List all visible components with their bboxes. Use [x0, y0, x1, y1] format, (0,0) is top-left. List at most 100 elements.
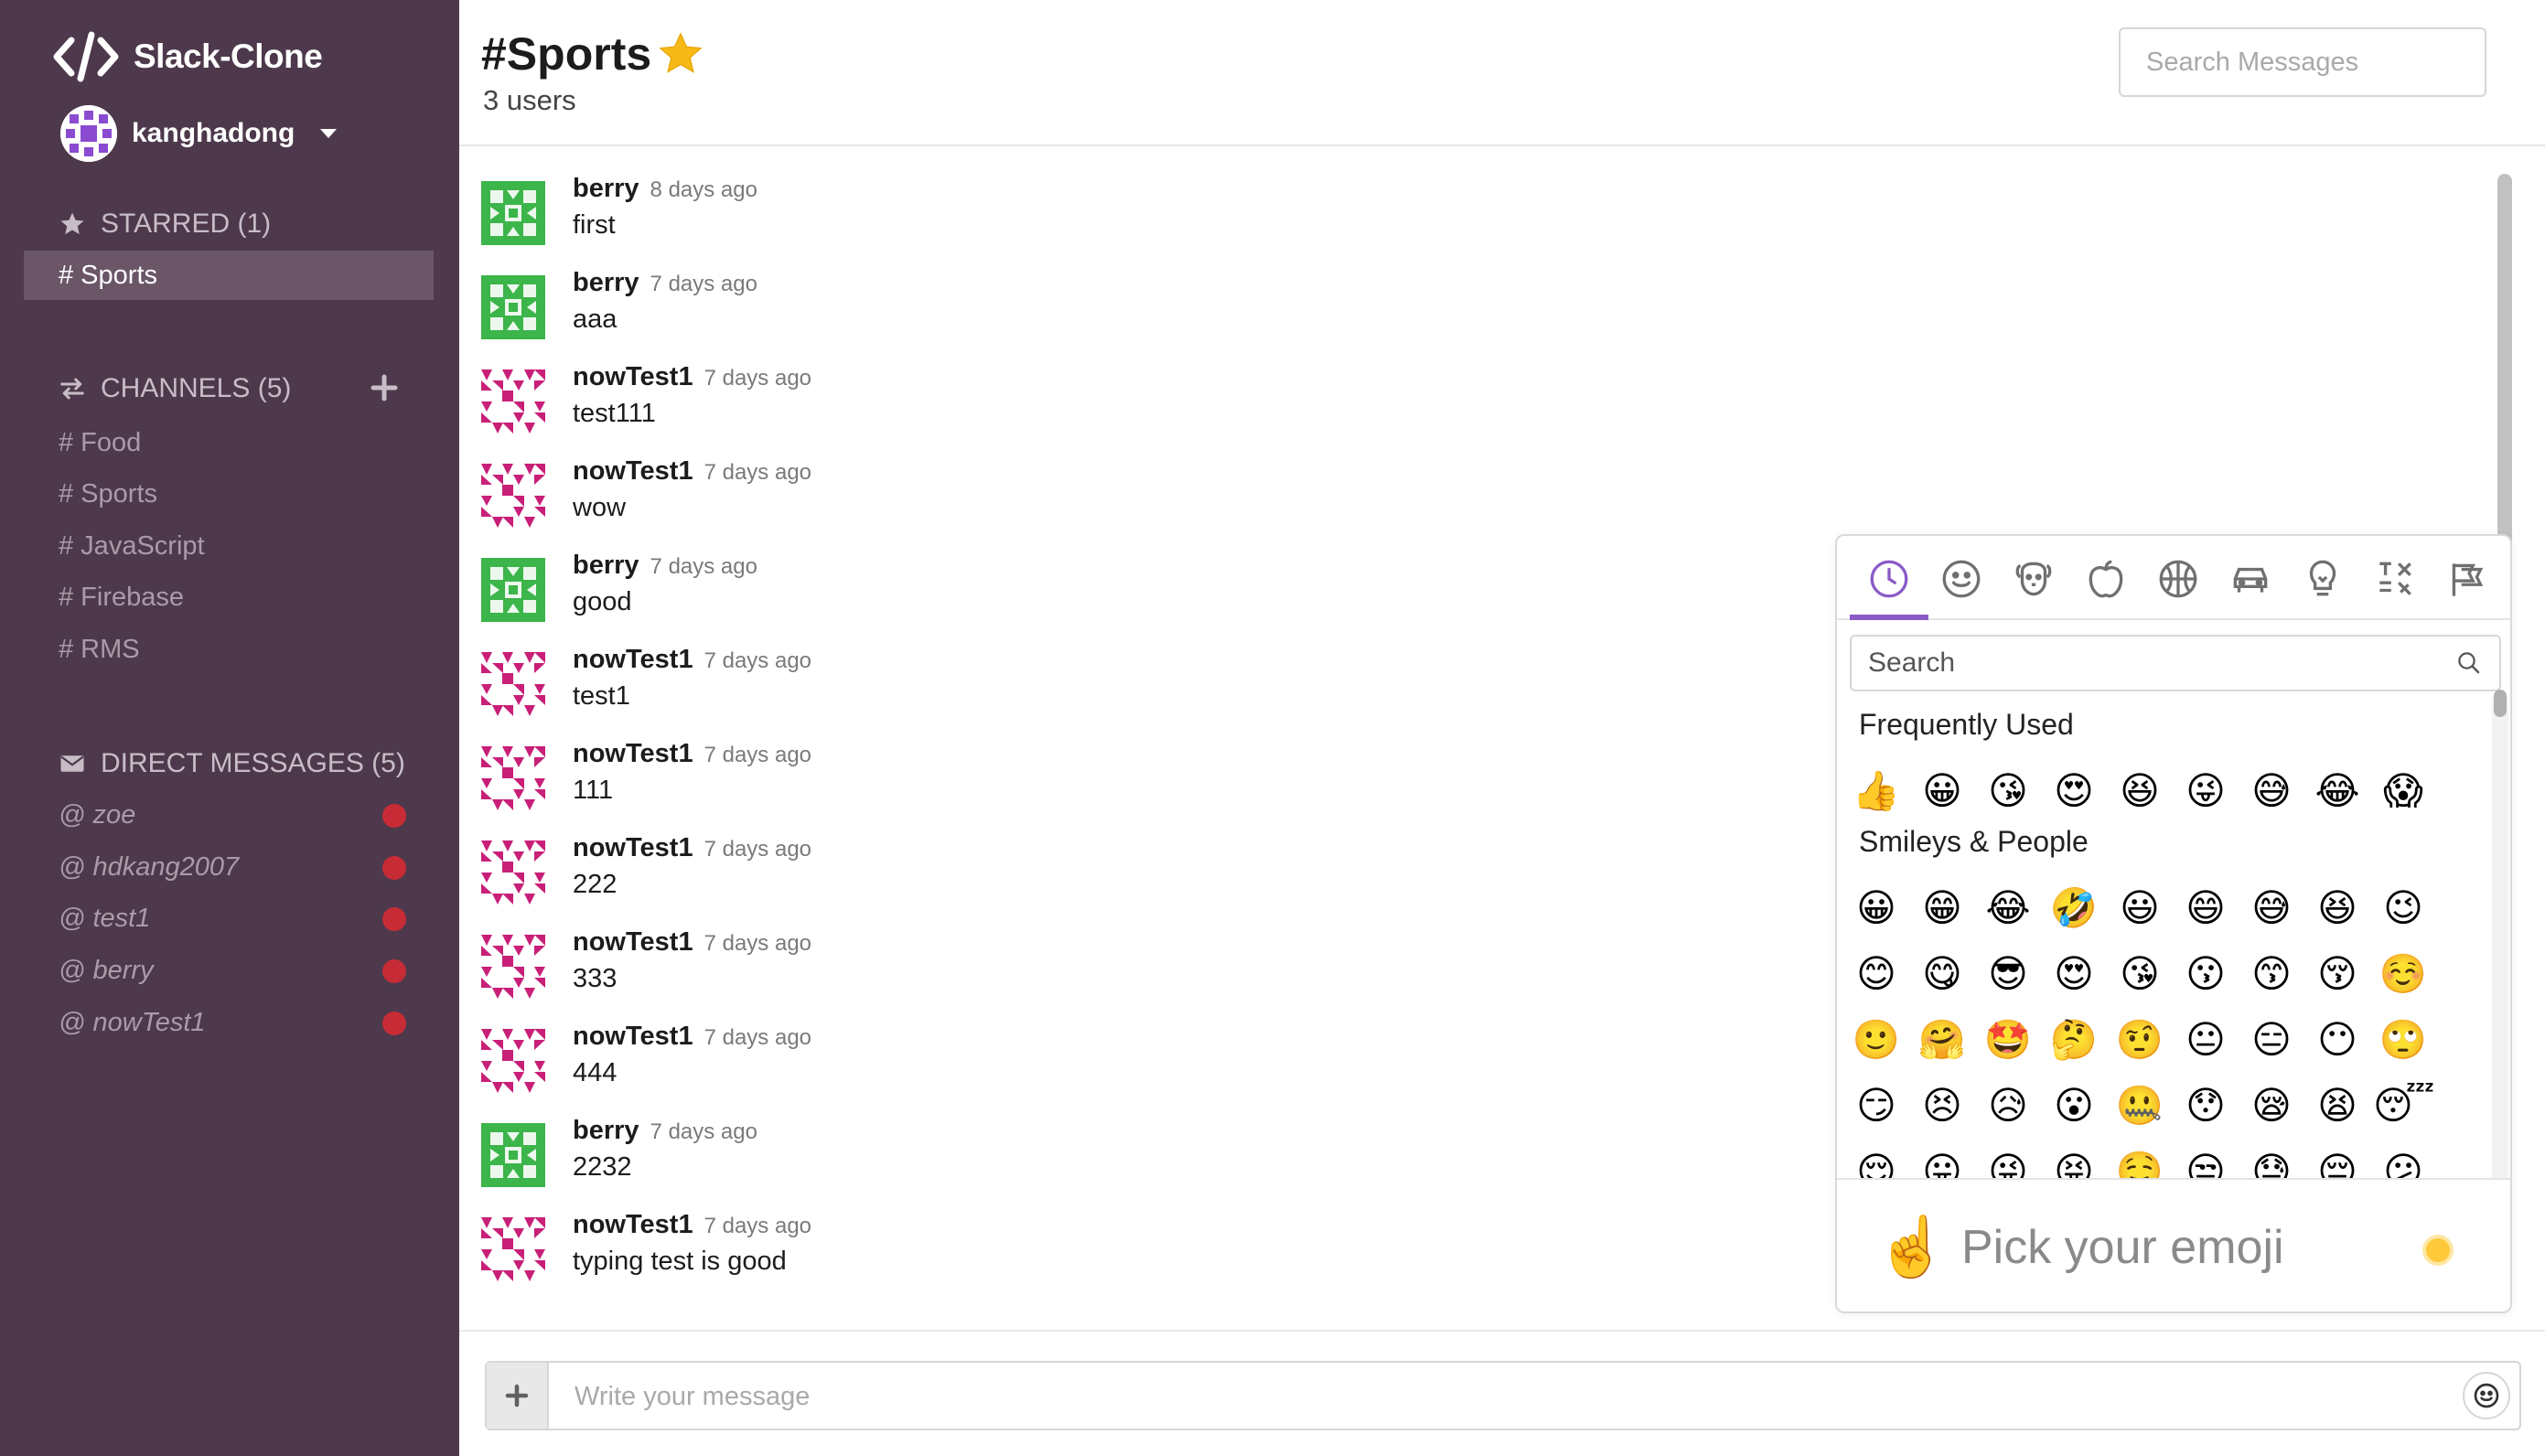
sidebar-item-rms[interactable]: # RMS — [59, 631, 140, 668]
emoji-item[interactable]: 😗 — [2175, 944, 2236, 1004]
animal-icon[interactable] — [2011, 556, 2056, 602]
emoji-item[interactable]: 😉 — [2373, 878, 2433, 938]
emoji-item[interactable]: 🙂 — [1846, 1010, 1906, 1070]
dm-item-nowtest1[interactable]: @ nowTest1 — [59, 1004, 406, 1041]
emoji-item[interactable]: 🤐 — [2110, 1076, 2170, 1136]
emoji-item[interactable]: 😎 — [1978, 944, 2038, 1004]
smiley-icon — [2474, 1383, 2499, 1408]
emoji-item[interactable]: 😅 — [2241, 878, 2302, 938]
emoji-item[interactable]: 😄 — [2175, 878, 2236, 938]
emoji-item[interactable]: 😶 — [2307, 1010, 2368, 1070]
emoji-item[interactable]: 😂 — [2307, 761, 2368, 821]
recent-icon[interactable] — [1866, 556, 1912, 602]
message-author: nowTest1 7 days ago — [573, 1022, 811, 1052]
message-time: 7 days ago — [703, 1025, 812, 1050]
emoji-item[interactable]: 🤤 — [2110, 1141, 2170, 1178]
emoji-item[interactable]: 😆 — [2110, 761, 2170, 821]
emoji-item[interactable]: 😂 — [1978, 878, 2038, 938]
emoji-item[interactable]: 😍 — [2044, 761, 2104, 821]
emoji-item[interactable]: 😁 — [1912, 878, 1972, 938]
add-attachment-button[interactable] — [487, 1363, 549, 1429]
message-time: 7 days ago — [703, 837, 812, 862]
emoji-item[interactable]: 😒 — [2175, 1141, 2236, 1178]
emoji-item[interactable]: 😫 — [2307, 1076, 2368, 1136]
emoji-item[interactable]: 😥 — [1978, 1076, 2038, 1136]
sidebar-item-javascript[interactable]: # JavaScript — [59, 528, 205, 564]
emoji-item[interactable]: 😏 — [1846, 1076, 1906, 1136]
add-channel-icon[interactable] — [366, 369, 403, 406]
travel-icon[interactable] — [2228, 556, 2273, 602]
emoji-item[interactable]: 😯 — [2175, 1076, 2236, 1136]
emoji-item[interactable]: 😕 — [2373, 1141, 2433, 1178]
emoji-item[interactable]: ☺️ — [2373, 944, 2433, 1004]
preview-emoji: ☝️ — [1875, 1214, 1949, 1281]
emoji-item[interactable]: 😴 — [2373, 1076, 2434, 1136]
search-messages[interactable] — [2119, 27, 2491, 97]
emoji-category-bar — [1837, 536, 2510, 620]
objects-icon[interactable] — [2300, 556, 2346, 602]
emoji-item[interactable]: 😙 — [2241, 944, 2302, 1004]
emoji-item[interactable]: 🙄 — [2373, 1010, 2433, 1070]
message-text: good — [573, 587, 632, 616]
emoji-item[interactable]: 😃 — [2110, 878, 2170, 938]
emoji-item[interactable]: 😜 — [2175, 761, 2236, 821]
emoji-item[interactable]: 😅 — [2241, 761, 2302, 821]
emoji-item[interactable]: 🤗 — [1912, 1010, 1972, 1070]
emoji-item[interactable]: 👍 — [1846, 761, 1906, 821]
dm-item-hdkang2007[interactable]: @ hdkang2007 — [59, 849, 406, 885]
emoji-item[interactable]: 😮 — [2044, 1076, 2104, 1136]
message-user: nowTest1 — [573, 1210, 693, 1239]
emoji-item[interactable]: 😛 — [1912, 1141, 1972, 1178]
emoji-item[interactable]: 😊 — [1846, 944, 1906, 1004]
emoji-item[interactable]: 😆 — [2307, 878, 2368, 938]
emoji-item[interactable]: 😀 — [1912, 761, 1972, 821]
emoji-item[interactable]: 😣 — [1912, 1076, 1972, 1136]
emoji-search-input[interactable] — [1868, 648, 2455, 679]
dm-item-test1[interactable]: @ test1 — [59, 900, 406, 937]
symbols-icon[interactable] — [2372, 556, 2418, 602]
emoji-item[interactable]: 😘 — [1978, 761, 2038, 821]
emoji-item[interactable]: 😘 — [2110, 944, 2170, 1004]
emoji-item[interactable]: 🤣 — [2044, 878, 2104, 938]
emoji-item[interactable]: 😀 — [1846, 878, 1906, 938]
food-icon[interactable] — [2083, 556, 2129, 602]
sidebar-item-starred-sports[interactable]: # Sports — [24, 251, 434, 300]
emoji-item[interactable]: 😚 — [2307, 944, 2368, 1004]
skin-tone-selector[interactable] — [2422, 1235, 2454, 1266]
search-input[interactable] — [2146, 47, 2491, 78]
dm-item-zoe[interactable]: @ zoe — [59, 797, 406, 833]
user-menu[interactable]: kanghadong — [60, 104, 338, 163]
emoji-scroll-thumb[interactable] — [2494, 690, 2507, 717]
user-name: kanghadong — [132, 118, 295, 148]
emoji-item[interactable]: 😌 — [1846, 1141, 1906, 1178]
emoji-item[interactable]: 😔 — [2307, 1141, 2368, 1178]
emoji-item[interactable]: 😐 — [2175, 1010, 2236, 1070]
avatar — [481, 1217, 545, 1281]
emoji-item[interactable]: 😓 — [2241, 1141, 2302, 1178]
emoji-button[interactable] — [2463, 1372, 2510, 1419]
emoji-item[interactable]: 😑 — [2241, 1010, 2302, 1070]
code-icon — [53, 31, 119, 82]
emoji-item[interactable]: 😱 — [2373, 761, 2433, 821]
flags-icon[interactable] — [2444, 556, 2490, 602]
emoji-item[interactable]: 🤩 — [1978, 1010, 2038, 1070]
emoji-item[interactable]: 😜 — [1978, 1141, 2038, 1178]
emoji-item[interactable]: 😝 — [2044, 1141, 2104, 1178]
brand[interactable]: Slack-Clone — [53, 31, 323, 82]
avatar — [481, 464, 545, 528]
emoji-scroll-track[interactable] — [2492, 697, 2508, 1178]
emoji-item[interactable]: 🤔 — [2044, 1010, 2104, 1070]
emoji-item[interactable]: 😍 — [2044, 944, 2104, 1004]
sidebar-item-sports[interactable]: # Sports — [59, 476, 157, 512]
emoji-item[interactable]: 🤨 — [2110, 1010, 2170, 1070]
dm-item-berry[interactable]: @ berry — [59, 952, 406, 989]
emoji-item[interactable]: 😋 — [1912, 944, 1972, 1004]
star-icon[interactable] — [657, 30, 704, 78]
emoji-item[interactable]: 😪 — [2241, 1076, 2302, 1136]
activity-icon[interactable] — [2155, 556, 2201, 602]
emoji-search[interactable] — [1850, 635, 2501, 691]
message-input[interactable] — [575, 1374, 2368, 1419]
smiley-icon[interactable] — [1938, 556, 1984, 602]
sidebar-item-firebase[interactable]: # Firebase — [59, 579, 184, 616]
sidebar-item-food[interactable]: # Food — [59, 424, 141, 461]
